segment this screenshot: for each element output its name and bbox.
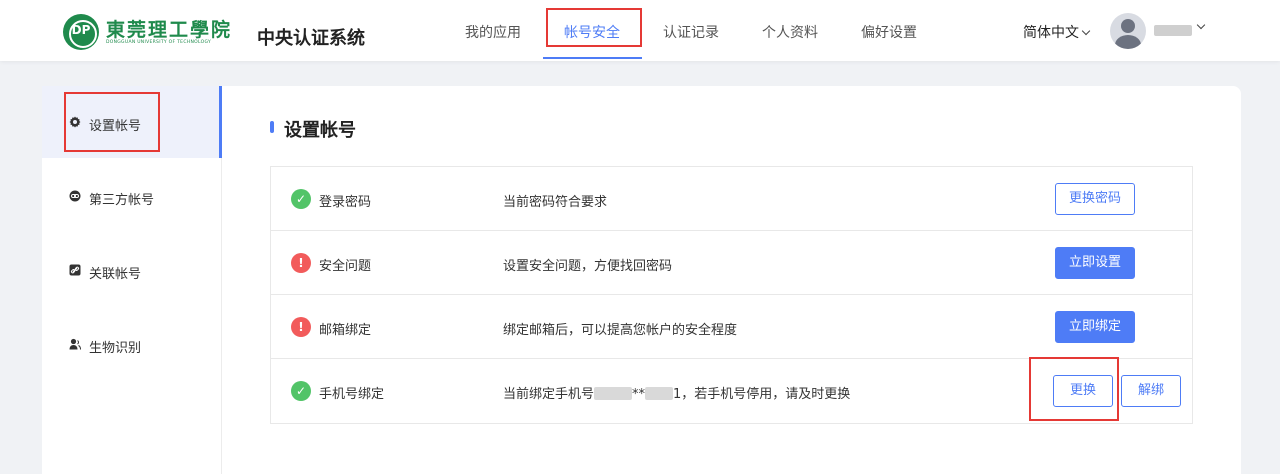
redaction-blur [645, 387, 674, 400]
sidebar: 设置帐号 第三方帐号 关联帐号 生物识别 [42, 86, 223, 474]
setup-security-question-button[interactable]: 立即设置 [1055, 247, 1135, 279]
redaction-blur [594, 387, 633, 400]
main-content: 设置帐号 ✓ 登录密码 当前密码符合要求 更换密码 ! 安全问题 设置安全问题，… [222, 86, 1241, 474]
logo-text: 東莞理工學院 [106, 19, 233, 41]
user-menu-chevron-down-icon[interactable] [1196, 20, 1206, 30]
row-description: 设置安全问题，方便找回密码 [503, 259, 673, 274]
row-description: 当前密码符合要求 [503, 195, 608, 210]
table-row-phone-binding: ✓ 手机号绑定 当前绑定手机号 ** 1，若手机号停用，请及时更换 更换 解绑 [271, 359, 1192, 423]
change-phone-button[interactable]: 更换 [1053, 375, 1113, 407]
nav-active-indicator [543, 57, 642, 59]
sidebar-item-account-settings[interactable]: 设置帐号 [42, 86, 223, 158]
nav-my-apps[interactable]: 我的应用 [465, 22, 521, 42]
sidebar-item-third-party[interactable]: 第三方帐号 [42, 160, 222, 232]
sidebar-item-label: 第三方帐号 [89, 193, 155, 208]
username-redacted[interactable] [1154, 22, 1194, 36]
nav-profile[interactable]: 个人资料 [762, 22, 818, 42]
redaction-blur [1154, 25, 1192, 36]
security-settings-table: ✓ 登录密码 当前密码符合要求 更换密码 ! 安全问题 设置安全问题，方便找回密… [270, 166, 1193, 424]
row-title: 登录密码 [319, 195, 372, 210]
chevron-down-icon [1081, 26, 1091, 36]
gear-icon [69, 116, 81, 128]
top-bar: DP 東莞理工學院 DONGGUAN UNIVERSITY OF TECHNOL… [0, 0, 1280, 61]
university-logo[interactable]: DP 東莞理工學院 DONGGUAN UNIVERSITY OF TECHNOL… [63, 14, 233, 50]
nav-preferences[interactable]: 偏好设置 [861, 22, 917, 42]
check-circle-icon: ✓ [291, 381, 311, 401]
sidebar-item-label: 设置帐号 [89, 119, 142, 134]
logo-seal-icon: DP [63, 14, 99, 50]
row-description: 绑定邮箱后，可以提高您帐户的安全程度 [503, 323, 738, 338]
phone-desc-suffix: 1，若手机号停用，请及时更换 [673, 387, 851, 402]
phone-desc-prefix: 当前绑定手机号 [503, 387, 595, 402]
user-icon [69, 338, 81, 350]
phone-desc-mask: ** [632, 387, 646, 402]
link-icon [69, 190, 81, 202]
chain-icon [69, 264, 81, 276]
logo-subtext: DONGGUAN UNIVERSITY OF TECHNOLOGY [106, 40, 212, 45]
nav-auth-records[interactable]: 认证记录 [663, 22, 719, 42]
avatar[interactable] [1110, 13, 1146, 49]
check-circle-icon: ✓ [291, 189, 311, 209]
section-accent-bar [270, 121, 274, 133]
system-title: 中央认证系统 [257, 28, 365, 49]
unbind-phone-button[interactable]: 解绑 [1121, 375, 1181, 407]
alert-circle-icon: ! [291, 317, 311, 337]
bind-email-button[interactable]: 立即绑定 [1055, 311, 1135, 343]
row-title: 邮箱绑定 [319, 323, 372, 338]
sidebar-item-label: 生物识别 [89, 341, 142, 356]
change-password-button[interactable]: 更换密码 [1055, 183, 1135, 215]
language-selector[interactable]: 简体中文 [1023, 22, 1091, 42]
sidebar-item-linked-accounts[interactable]: 关联帐号 [42, 234, 222, 306]
alert-circle-icon: ! [291, 253, 311, 273]
language-label: 简体中文 [1023, 25, 1079, 41]
sidebar-item-label: 关联帐号 [89, 267, 142, 282]
table-row-security-question: ! 安全问题 设置安全问题，方便找回密码 立即设置 [271, 231, 1192, 295]
nav-account-security[interactable]: 帐号安全 [564, 22, 620, 42]
table-row-login-password: ✓ 登录密码 当前密码符合要求 更换密码 [271, 167, 1192, 231]
sidebar-item-biometrics[interactable]: 生物识别 [42, 308, 222, 380]
table-row-email-binding: ! 邮箱绑定 绑定邮箱后，可以提高您帐户的安全程度 立即绑定 [271, 295, 1192, 359]
row-title: 安全问题 [319, 259, 372, 274]
row-description: 当前绑定手机号 ** 1，若手机号停用，请及时更换 [503, 383, 850, 402]
row-title: 手机号绑定 [319, 387, 385, 402]
section-title: 设置帐号 [284, 120, 356, 141]
